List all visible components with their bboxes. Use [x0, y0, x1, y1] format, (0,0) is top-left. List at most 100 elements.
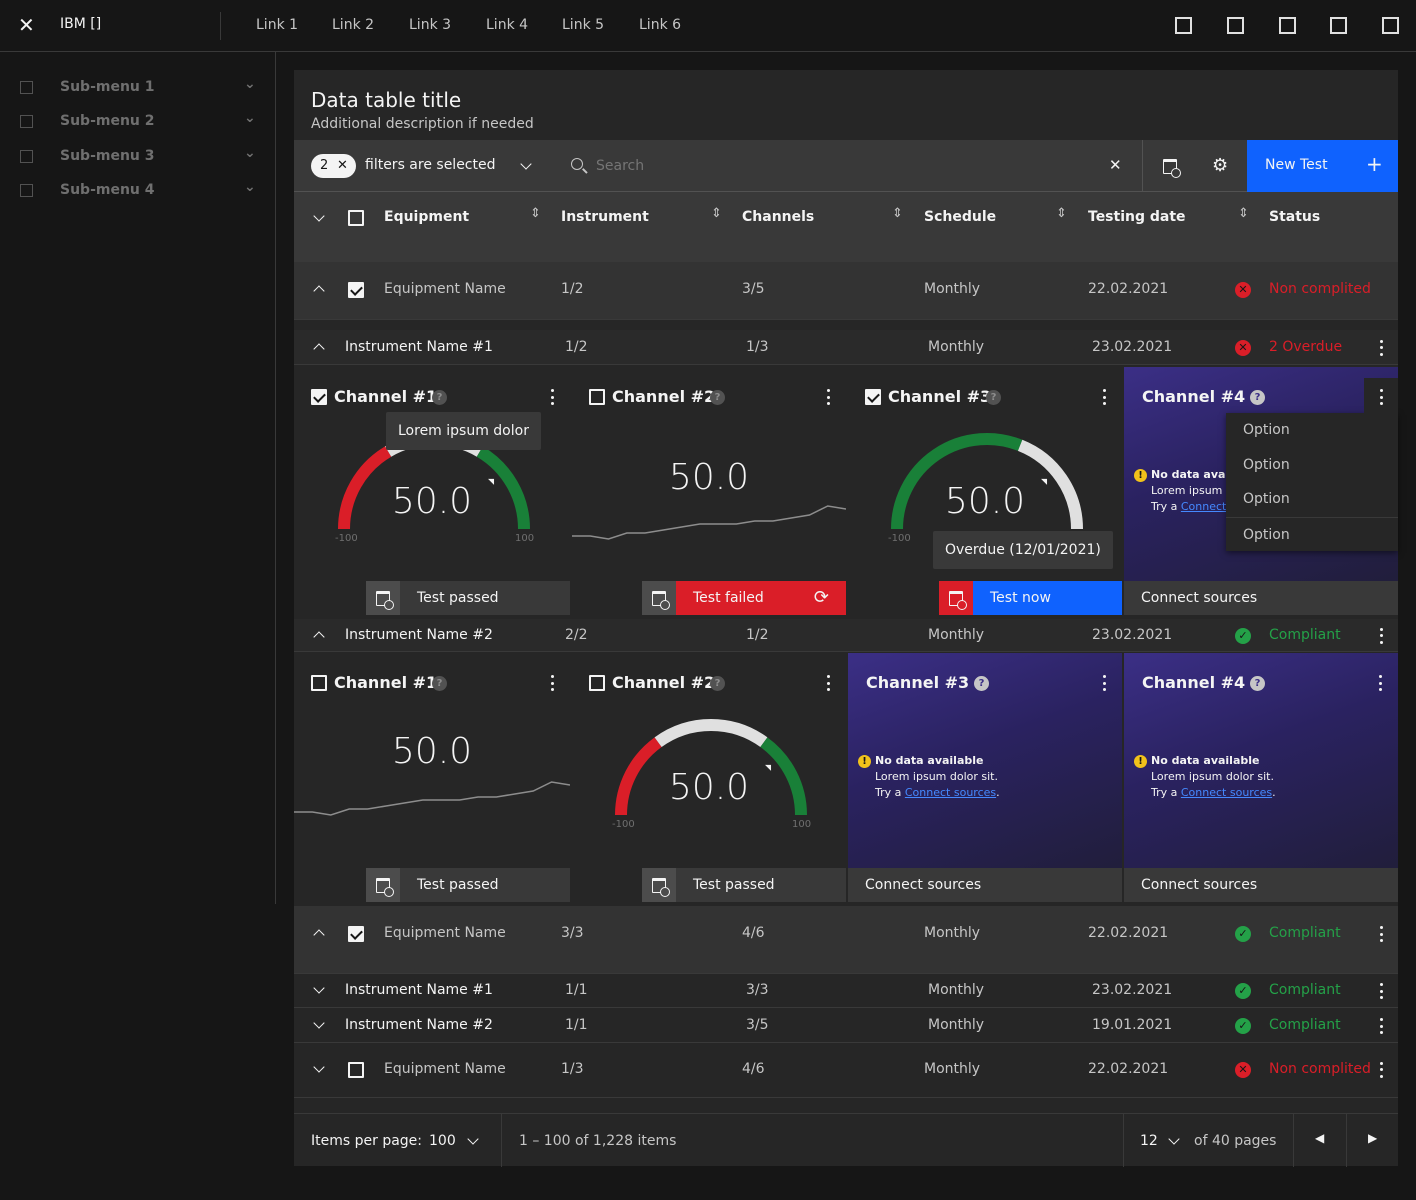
help-icon[interactable]: ?: [432, 390, 447, 405]
header-action-icon-5[interactable]: [1382, 17, 1399, 34]
menu-option[interactable]: Option: [1226, 413, 1398, 448]
nav-link-4[interactable]: Link 4: [486, 17, 528, 33]
schedule-icon[interactable]: [1163, 159, 1181, 178]
overflow-menu-icon[interactable]: [826, 389, 830, 405]
column-header-testing-date[interactable]: Testing date: [1088, 209, 1186, 225]
items-per-page-select[interactable]: 100: [429, 1133, 456, 1149]
channel-checkbox[interactable]: [865, 389, 881, 405]
overflow-menu-icon[interactable]: [1379, 1061, 1383, 1078]
chevron-down-icon[interactable]: [313, 1017, 325, 1029]
header-action-icon-3[interactable]: [1279, 17, 1296, 34]
channel-checkbox[interactable]: [589, 389, 605, 405]
clear-filter-icon[interactable]: ✕: [337, 154, 348, 178]
connect-sources-button[interactable]: Connect sources: [1124, 868, 1398, 902]
close-icon[interactable]: ✕: [18, 13, 35, 37]
overflow-menu-icon[interactable]: [1102, 675, 1106, 691]
equipment-row[interactable]: Equipment Name 1/2 3/5 Monthly 22.02.2021 ✕ No…: [294, 262, 1398, 320]
column-header-instrument[interactable]: Instrument: [561, 209, 649, 225]
sidebar-item-submenu-3[interactable]: Sub-menu 3 ⌄: [20, 145, 260, 167]
help-icon[interactable]: ?: [974, 676, 989, 691]
nav-link-1[interactable]: Link 1: [256, 17, 298, 33]
overflow-menu-icon[interactable]: [1379, 1018, 1383, 1034]
header-action-icon-2[interactable]: [1227, 17, 1244, 34]
row-checkbox[interactable]: [348, 1061, 364, 1078]
overflow-menu-icon[interactable]: [550, 675, 554, 691]
help-icon[interactable]: ?: [1250, 390, 1265, 405]
connect-sources-button[interactable]: Connect sources: [1124, 581, 1398, 615]
sort-icon[interactable]: ⇕: [711, 206, 722, 221]
overflow-menu-icon[interactable]: [550, 389, 554, 405]
sidebar-item-submenu-2[interactable]: Sub-menu 2 ⌄: [20, 110, 260, 132]
column-header-channels[interactable]: Channels: [742, 209, 814, 225]
overflow-menu-icon[interactable]: [1102, 389, 1106, 405]
page-select[interactable]: 12: [1140, 1133, 1158, 1149]
new-test-button[interactable]: New Test +: [1247, 140, 1398, 192]
help-icon[interactable]: ?: [1250, 676, 1265, 691]
menu-option[interactable]: Option: [1226, 516, 1398, 552]
overflow-menu-icon[interactable]: [1379, 389, 1383, 405]
chevron-up-icon[interactable]: [313, 630, 325, 643]
overflow-menu-icon[interactable]: [826, 675, 830, 691]
next-page-button[interactable]: ▶: [1368, 1131, 1377, 1145]
nav-link-3[interactable]: Link 3: [409, 17, 451, 33]
overflow-menu-icon[interactable]: [1379, 627, 1383, 644]
retry-icon[interactable]: ⟳: [814, 581, 829, 615]
select-all-checkbox[interactable]: [348, 210, 364, 226]
sort-icon[interactable]: ⇕: [530, 206, 541, 221]
sort-icon[interactable]: ⇕: [1238, 206, 1249, 221]
search-input[interactable]: [596, 152, 1096, 180]
row-checkbox[interactable]: [348, 926, 364, 942]
help-icon[interactable]: ?: [986, 390, 1001, 405]
column-header-schedule[interactable]: Schedule: [924, 209, 996, 225]
overflow-menu-icon[interactable]: [1378, 675, 1382, 691]
overflow-menu-icon[interactable]: [1379, 926, 1383, 942]
chevron-down-icon[interactable]: [313, 982, 325, 994]
instrument-row[interactable]: Instrument Name #1 1/2 1/3 Monthly 23.02.202…: [294, 330, 1398, 365]
clear-search-icon[interactable]: ✕: [1109, 156, 1122, 174]
overflow-menu-icon[interactable]: [1379, 983, 1383, 999]
brand-name[interactable]: IBM []: [60, 16, 101, 32]
header-action-icon-4[interactable]: [1330, 17, 1347, 34]
row-checkbox[interactable]: [348, 282, 364, 298]
chevron-up-icon[interactable]: [313, 929, 325, 941]
filter-label[interactable]: filters are selected: [365, 157, 496, 173]
menu-option[interactable]: Option: [1226, 482, 1398, 517]
sidebar-item-submenu-1[interactable]: Sub-menu 1 ⌄: [20, 76, 260, 98]
nav-link-5[interactable]: Link 5: [562, 17, 604, 33]
schedule-icon-button[interactable]: [642, 868, 676, 902]
instrument-row[interactable]: Instrument Name #2 2/2 1/2 Monthly 23.02.202…: [294, 619, 1398, 652]
connect-sources-link[interactable]: Connect sources: [905, 786, 996, 799]
channel-checkbox[interactable]: [589, 675, 605, 691]
chevron-down-icon[interactable]: [467, 1133, 479, 1145]
menu-option[interactable]: Option: [1226, 448, 1398, 483]
chevron-up-icon[interactable]: [313, 342, 325, 355]
test-now-button[interactable]: Test now: [973, 581, 1122, 615]
schedule-icon-button[interactable]: [642, 581, 676, 615]
chevron-up-icon[interactable]: [313, 285, 325, 297]
sort-icon[interactable]: ⇕: [892, 206, 903, 221]
overflow-menu-icon[interactable]: [1379, 339, 1383, 356]
sort-icon[interactable]: ⇕: [1056, 206, 1067, 221]
header-action-icon-1[interactable]: [1175, 17, 1192, 34]
schedule-icon-button[interactable]: [366, 868, 400, 902]
connect-sources-button[interactable]: Connect sources: [848, 868, 1122, 902]
schedule-icon-button[interactable]: [366, 581, 400, 615]
equipment-row[interactable]: Equipment Name 3/3 4/6 Monthly 22.02.2021 ✓ Co…: [294, 906, 1398, 974]
chevron-down-icon[interactable]: [313, 1060, 325, 1073]
schedule-icon-button[interactable]: [939, 581, 973, 615]
chevron-down-icon[interactable]: [1168, 1133, 1180, 1145]
help-icon[interactable]: ?: [710, 390, 725, 405]
expand-all-icon[interactable]: [313, 210, 325, 222]
equipment-row[interactable]: Equipment Name 1/3 4/6 Monthly 22.02.2021 ✕ No…: [294, 1043, 1398, 1098]
nav-link-2[interactable]: Link 2: [332, 17, 374, 33]
column-header-equipment[interactable]: Equipment: [384, 209, 469, 225]
instrument-row[interactable]: Instrument Name #2 1/1 3/5 Monthly 19.01.202…: [294, 1009, 1398, 1043]
channel-checkbox[interactable]: [311, 389, 327, 405]
filter-tag[interactable]: 2 ✕: [311, 154, 356, 178]
help-icon[interactable]: ?: [432, 676, 447, 691]
settings-icon[interactable]: ⚙: [1212, 155, 1228, 176]
sidebar-item-submenu-4[interactable]: Sub-menu 4 ⌄: [20, 179, 260, 201]
connect-sources-link[interactable]: Connect sources: [1181, 786, 1272, 799]
help-icon[interactable]: ?: [710, 676, 725, 691]
previous-page-button[interactable]: ◀: [1315, 1131, 1324, 1145]
